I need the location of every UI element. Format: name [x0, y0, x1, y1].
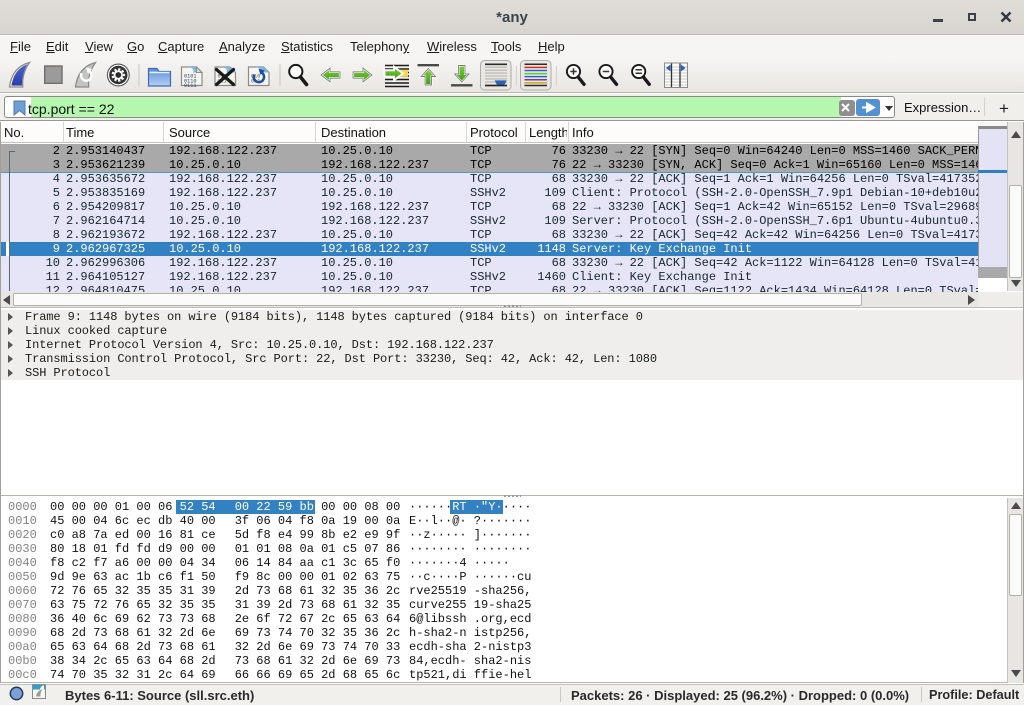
svg-text:0111: 0111 [184, 83, 196, 89]
